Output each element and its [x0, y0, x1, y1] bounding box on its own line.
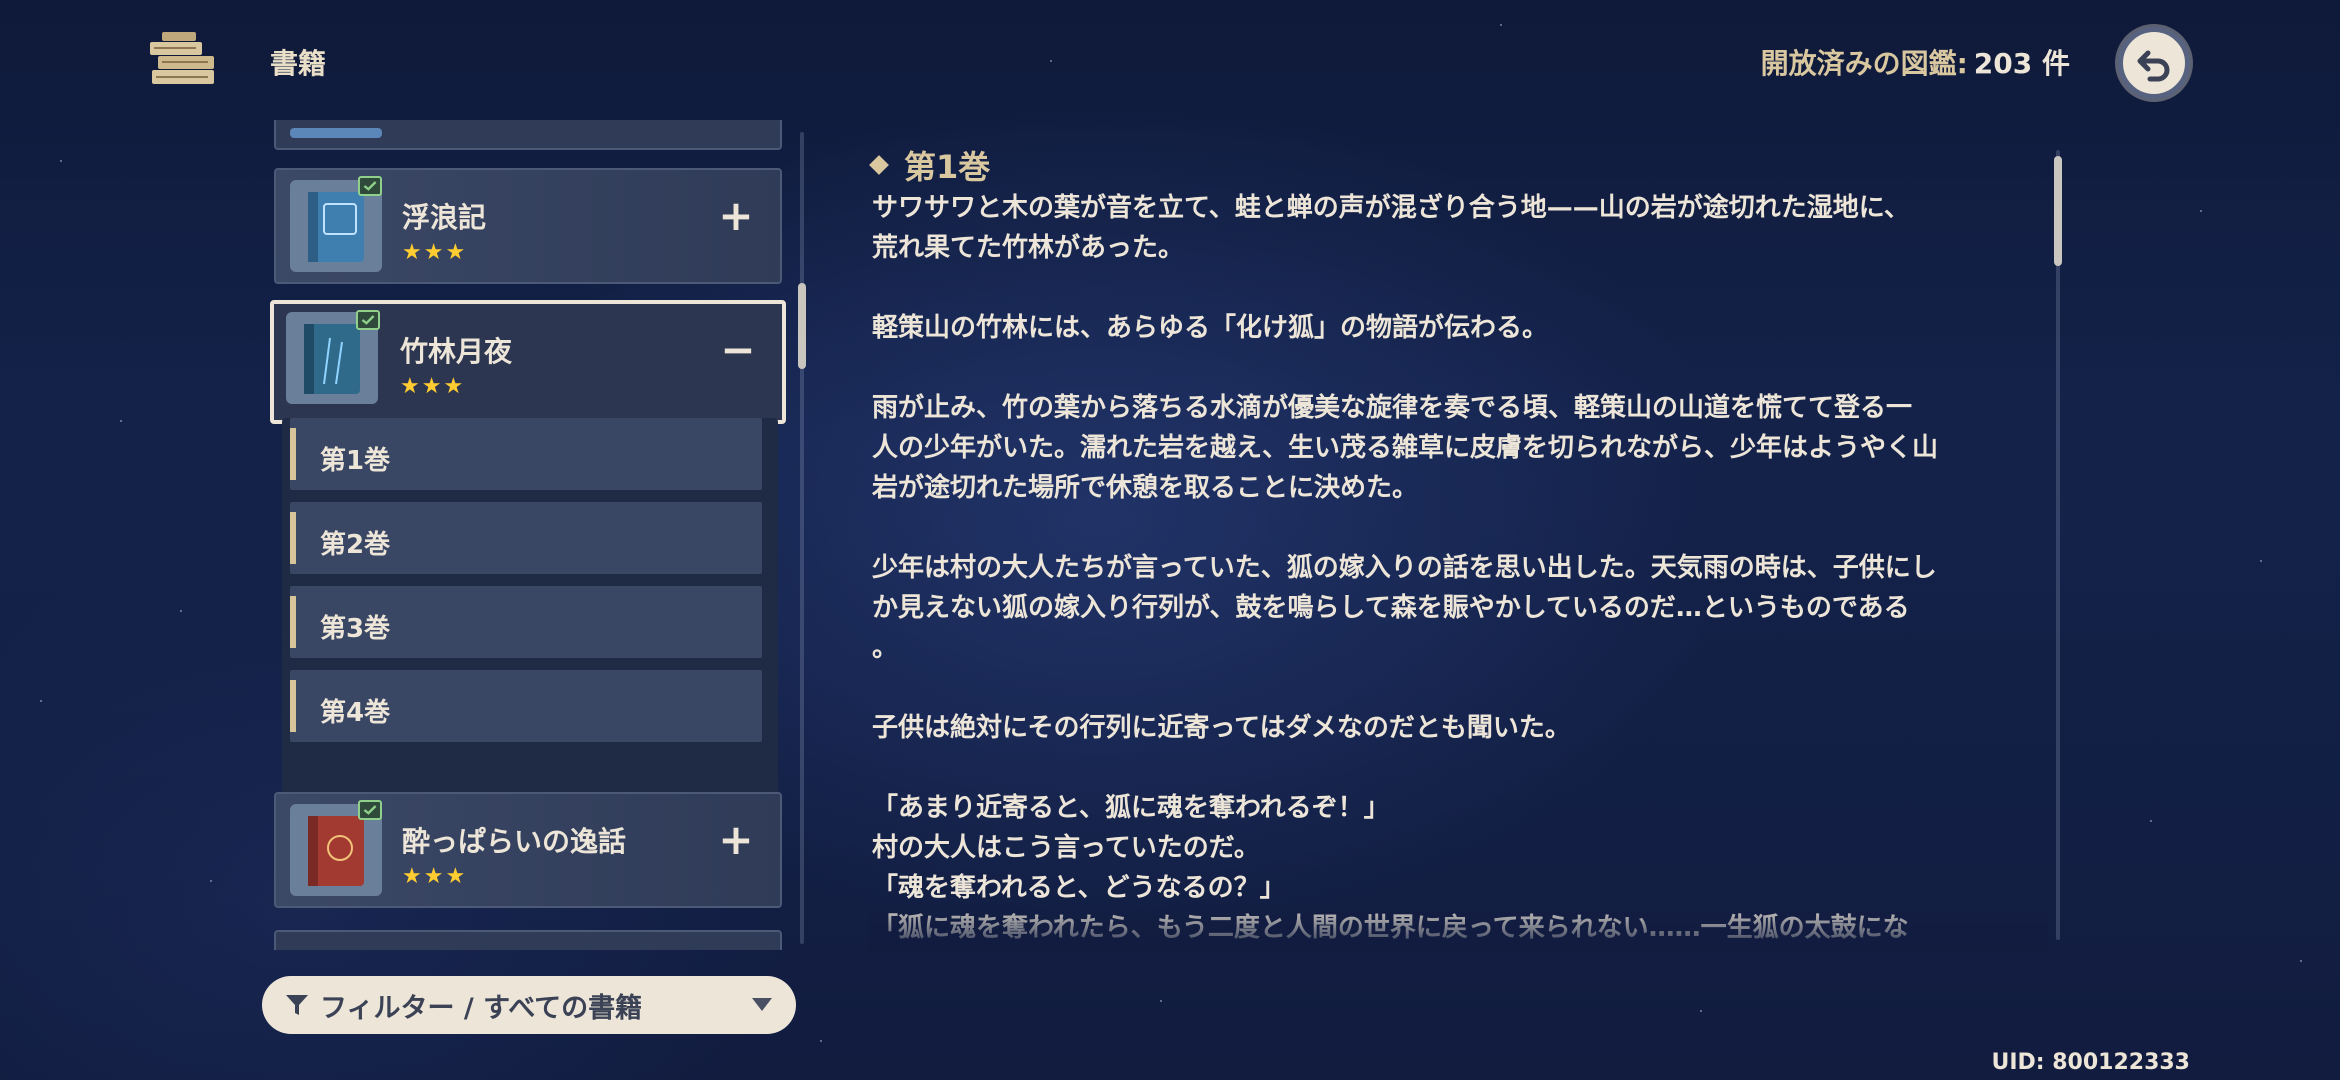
diamond-icon — [869, 155, 889, 175]
chapter-heading: 第1巻 — [869, 142, 991, 188]
chapter-label: 第4巻 — [320, 698, 391, 728]
chapter-heading-text: 第1巻 — [904, 148, 991, 186]
list-scrollbar[interactable] — [800, 132, 804, 944]
chapter-label: 第2巻 — [320, 530, 391, 560]
book-card-yopparai[interactable]: 酔っぱらいの逸話 ★★★ + — [274, 792, 782, 908]
plus-icon[interactable]: + — [718, 819, 754, 861]
rarity-stars: ★★★ — [402, 240, 468, 265]
back-button[interactable] — [2118, 27, 2190, 99]
book-text: サワサワと木の葉が音を立て、蛙と蝉の声が混ざり合う地——山の岩が途切れた湿地に、… — [872, 188, 2032, 952]
chapter-item-3[interactable]: 第3巻 — [290, 586, 762, 658]
book-card-partial[interactable] — [274, 120, 782, 150]
book-title: 浮浪記 — [402, 201, 487, 234]
book-reader[interactable]: 第1巻 サワサワと木の葉が音を立て、蛙と蝉の声が混ざり合う地——山の岩が途切れた… — [868, 132, 2038, 952]
text-fade — [868, 900, 2048, 952]
page-title: 書籍 — [270, 47, 327, 80]
bookshelf-icon — [150, 32, 214, 84]
list-scroll-thumb[interactable] — [798, 283, 806, 369]
read-check-icon — [358, 176, 382, 196]
reader-scrollbar[interactable] — [2056, 150, 2060, 940]
read-check-icon — [358, 800, 382, 820]
reader-scroll-thumb[interactable] — [2054, 156, 2062, 266]
book-card-partial[interactable] — [274, 930, 782, 950]
unlocked-count: 開放済みの図鑑: 203 件 — [1761, 42, 2070, 82]
paragraph: サワサワと木の葉が音を立て、蛙と蝉の声が混ざり合う地——山の岩が途切れた湿地に、… — [872, 193, 1910, 263]
chapter-item-2[interactable]: 第2巻 — [290, 502, 762, 574]
plus-icon[interactable]: + — [718, 195, 754, 237]
unlocked-label: 開放済みの図鑑: — [1760, 47, 1968, 80]
caret-down-icon — [752, 998, 772, 1011]
uid-label: UID: 800122333 — [1991, 1050, 2190, 1075]
book-card-chikurin-getsuya[interactable]: 竹林月夜 ★★★ − — [270, 300, 786, 424]
chapter-item-1[interactable]: 第1巻 — [290, 418, 762, 490]
book-card-furouki[interactable]: 浮浪記 ★★★ + — [274, 168, 782, 284]
unlocked-number: 203 件 — [1973, 47, 2070, 80]
filter-icon — [286, 995, 308, 1015]
filter-label: フィルター / すべての書籍 — [320, 992, 643, 1024]
paragraph: 軽策山の竹林には、あらゆる「化け狐」の物語が伝わる。 — [872, 313, 1549, 343]
book-title: 竹林月夜 — [400, 335, 513, 368]
rarity-stars: ★★★ — [400, 374, 466, 399]
paragraph: 子供は絶対にその行列に近寄ってはダメなのだとも聞いた。 — [872, 713, 1571, 743]
back-arrow-icon — [2137, 50, 2170, 82]
book-title: 酔っぱらいの逸話 — [402, 825, 627, 858]
rarity-stars: ★★★ — [402, 864, 468, 889]
chapter-item-4[interactable]: 第4巻 — [290, 670, 762, 742]
filter-button[interactable]: フィルター / すべての書籍 — [262, 976, 796, 1034]
paragraph: 少年は村の大人たちが言っていた、狐の嫁入りの話を思い出した。天気雨の時は、子供に… — [872, 553, 1937, 663]
book-list[interactable]: 浮浪記 ★★★ + 竹林月夜 ★★★ − 第1巻 第2巻 第3巻 第4巻 酔っぱ… — [270, 120, 790, 950]
minus-icon[interactable]: − — [720, 329, 756, 371]
paragraph: 雨が止み、竹の葉から落ちる水滴が優美な旋律を奏でる頃、軽策山の山道を慌てて登る一… — [872, 393, 1939, 503]
chapter-label: 第1巻 — [320, 446, 391, 476]
read-check-icon — [356, 310, 380, 330]
chapter-label: 第3巻 — [320, 614, 391, 644]
